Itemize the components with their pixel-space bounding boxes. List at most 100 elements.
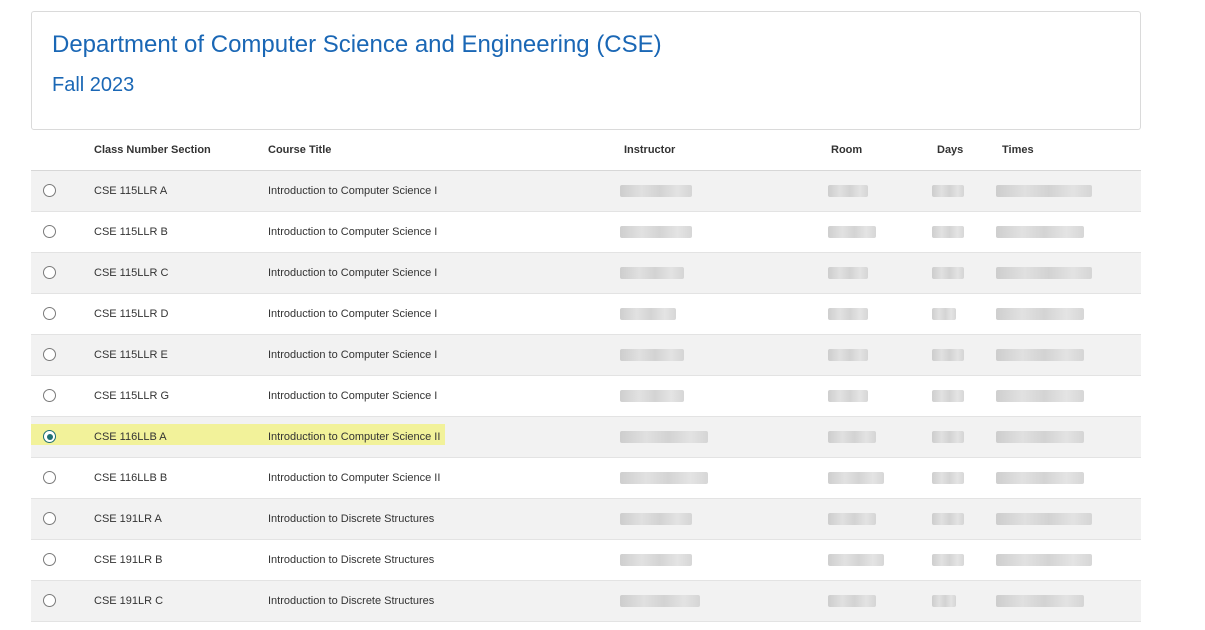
course-title-cell: Introduction to Computer Science I <box>268 308 438 320</box>
times-redacted <box>996 226 1084 238</box>
class-section-cell: CSE 116LLB B <box>94 472 168 484</box>
column-header-times: Times <box>1002 144 1034 156</box>
times-redacted <box>996 431 1084 443</box>
row-select-radio[interactable] <box>43 471 56 484</box>
row-select-radio[interactable] <box>43 348 56 361</box>
room-redacted <box>828 554 884 566</box>
course-title-cell: Introduction to Computer Science I <box>268 226 438 238</box>
course-title-cell: Introduction to Discrete Structures <box>268 554 435 566</box>
days-redacted <box>932 431 964 443</box>
course-title-cell: Introduction to Computer Science I <box>268 390 438 402</box>
times-redacted <box>996 595 1084 607</box>
course-title-cell: Introduction to Computer Science I <box>268 185 438 197</box>
days-redacted <box>932 390 964 402</box>
instructor-redacted <box>620 349 684 361</box>
table-row[interactable]: CSE 191LR B Introduction to Discrete Stru… <box>31 540 1141 581</box>
class-section-cell: CSE 115LLR A <box>94 185 168 197</box>
room-redacted <box>828 595 876 607</box>
column-header-class-number-section: Class Number Section <box>94 144 211 156</box>
row-select-radio[interactable] <box>43 184 56 197</box>
class-section-cell: CSE 191LR A <box>94 513 162 525</box>
class-section-cell: CSE 115LLR G <box>94 390 170 402</box>
times-redacted <box>996 308 1084 320</box>
class-section-cell: CSE 191LR B <box>94 554 163 566</box>
instructor-redacted <box>620 513 692 525</box>
room-redacted <box>828 513 876 525</box>
department-header-panel: Department of Computer Science and Engin… <box>31 11 1141 130</box>
instructor-redacted <box>620 554 692 566</box>
course-title-cell: Introduction to Computer Science I <box>268 267 438 279</box>
table-row[interactable]: CSE 191LR C Introduction to Discrete Stru… <box>31 581 1141 622</box>
column-header-course-title: Course Title <box>268 144 332 156</box>
times-redacted <box>996 554 1092 566</box>
class-section-cell: CSE 191LR C <box>94 595 164 607</box>
class-section-cell: CSE 115LLR E <box>94 349 168 361</box>
room-redacted <box>828 349 868 361</box>
days-redacted <box>932 554 964 566</box>
course-title-cell: Introduction to Discrete Structures <box>268 595 435 607</box>
row-select-radio[interactable] <box>43 512 56 525</box>
room-redacted <box>828 226 876 238</box>
table-header-row: Class Number Section Course Title Instru… <box>31 130 1141 171</box>
instructor-redacted <box>620 390 684 402</box>
instructor-redacted <box>620 595 700 607</box>
days-redacted <box>932 185 964 197</box>
room-redacted <box>828 390 868 402</box>
table-row[interactable]: CSE 115LLR E Introduction to Computer Sci… <box>31 335 1141 376</box>
instructor-redacted <box>620 185 692 197</box>
course-title-cell: Introduction to Computer Science II <box>268 431 441 443</box>
table-row[interactable]: CSE 116LLB B Introduction to Computer Sci… <box>31 458 1141 499</box>
instructor-redacted <box>620 226 692 238</box>
room-redacted <box>828 472 884 484</box>
course-title-cell: Introduction to Computer Science II <box>268 472 441 484</box>
times-redacted <box>996 472 1084 484</box>
times-redacted <box>996 390 1084 402</box>
instructor-redacted <box>620 267 684 279</box>
table-row[interactable]: CSE 115LLR B Introduction to Computer Sci… <box>31 212 1141 253</box>
instructor-redacted <box>620 472 708 484</box>
times-redacted <box>996 349 1084 361</box>
row-select-radio[interactable] <box>43 225 56 238</box>
times-redacted <box>996 513 1092 525</box>
room-redacted <box>828 185 868 197</box>
table-row[interactable]: CSE 116LLB A Introduction to Computer Sci… <box>31 417 1141 458</box>
days-redacted <box>932 226 964 238</box>
table-row[interactable]: CSE 115LLR G Introduction to Computer Sci… <box>31 376 1141 417</box>
course-title-cell: Introduction to Discrete Structures <box>268 513 435 525</box>
column-header-days: Days <box>937 144 964 156</box>
row-select-radio[interactable] <box>43 266 56 279</box>
course-title-cell: Introduction to Computer Science I <box>268 349 438 361</box>
days-redacted <box>932 513 964 525</box>
class-section-cell: CSE 115LLR B <box>94 226 168 238</box>
times-redacted <box>996 185 1092 197</box>
room-redacted <box>828 267 868 279</box>
class-section-cell: CSE 116LLB A <box>94 431 167 443</box>
row-select-radio[interactable] <box>43 594 56 607</box>
instructor-redacted <box>620 308 676 320</box>
table-row[interactable]: CSE 191LR A Introduction to Discrete Stru… <box>31 499 1141 540</box>
course-table: Class Number Section Course Title Instru… <box>31 130 1141 622</box>
class-section-cell: CSE 115LLR C <box>94 267 169 279</box>
days-redacted <box>932 595 956 607</box>
column-header-room: Room <box>831 144 863 156</box>
days-redacted <box>932 267 964 279</box>
row-select-radio[interactable] <box>43 553 56 566</box>
times-redacted <box>996 267 1092 279</box>
class-section-cell: CSE 115LLR D <box>94 308 169 320</box>
department-title: Department of Computer Science and Engin… <box>52 31 662 58</box>
table-row[interactable]: CSE 115LLR C Introduction to Computer Sci… <box>31 253 1141 294</box>
row-select-radio[interactable] <box>43 307 56 320</box>
table-row[interactable]: CSE 115LLR A Introduction to Computer Sci… <box>31 171 1141 212</box>
row-select-radio[interactable] <box>43 389 56 402</box>
row-select-radio[interactable] <box>43 430 56 443</box>
days-redacted <box>932 472 964 484</box>
column-header-instructor: Instructor <box>624 144 676 156</box>
days-redacted <box>932 349 964 361</box>
term-label: Fall 2023 <box>52 74 135 96</box>
room-redacted <box>828 431 876 443</box>
table-row[interactable]: CSE 115LLR D Introduction to Computer Sci… <box>31 294 1141 335</box>
room-redacted <box>828 308 868 320</box>
instructor-redacted <box>620 431 708 443</box>
table-body: CSE 115LLR A Introduction to Computer Sci… <box>31 171 1141 622</box>
days-redacted <box>932 308 956 320</box>
